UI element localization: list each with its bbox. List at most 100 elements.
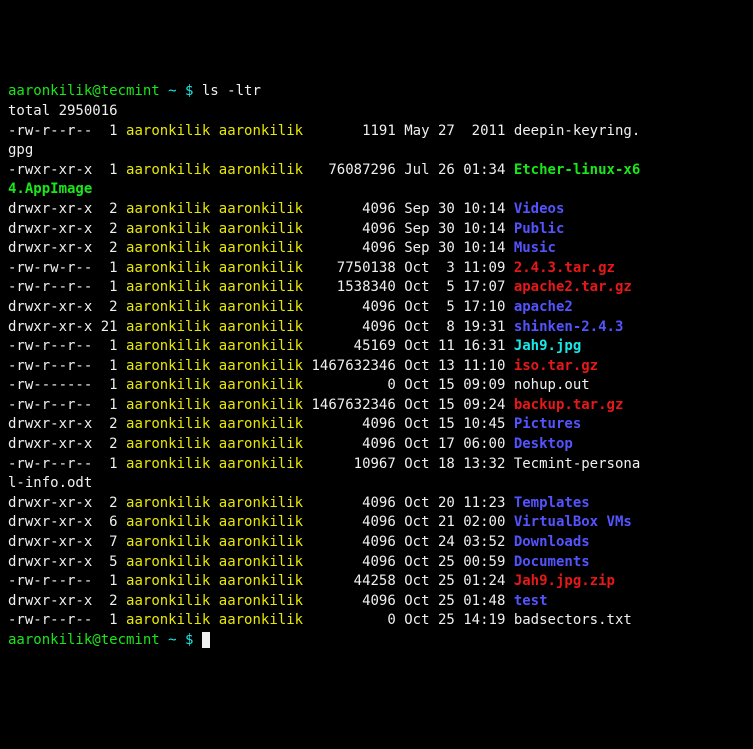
file-perm: -rw-r--r-- [8, 612, 92, 628]
file-name: 2.4.3.tar.gz [514, 260, 615, 276]
file-name: Downloads [514, 534, 590, 550]
file-size: 1467632346 [312, 397, 396, 413]
file-name-cont: gpg [8, 142, 33, 158]
total-line: total 2950016 [8, 103, 118, 119]
file-links: 1 [101, 162, 118, 178]
file-size: 0 [312, 377, 396, 393]
file-owner: aaronkilik [126, 162, 210, 178]
prompt-user: aaronkilik@tecmint [8, 632, 160, 648]
file-name: Templates [514, 495, 590, 511]
file-links: 2 [101, 240, 118, 256]
file-owner: aaronkilik [126, 240, 210, 256]
file-name: Public [514, 221, 565, 237]
file-group: aaronkilik [219, 612, 303, 628]
file-owner: aaronkilik [126, 260, 210, 276]
file-links: 2 [101, 495, 118, 511]
file-size: 44258 [312, 573, 396, 589]
file-size: 4096 [312, 436, 396, 452]
file-size: 1467632346 [312, 358, 396, 374]
file-perm: drwxr-xr-x [8, 495, 92, 511]
file-links: 2 [101, 201, 118, 217]
file-size: 4096 [312, 593, 396, 609]
file-links: 1 [101, 358, 118, 374]
file-owner: aaronkilik [126, 495, 210, 511]
file-group: aaronkilik [219, 221, 303, 237]
file-perm: drwxr-xr-x [8, 201, 92, 217]
file-date: Oct 15 09:09 [404, 377, 505, 393]
file-owner: aaronkilik [126, 593, 210, 609]
file-perm: -rwxr-xr-x [8, 162, 92, 178]
file-name: Music [514, 240, 556, 256]
file-perm: -rw-r--r-- [8, 573, 92, 589]
file-perm: -rw-r--r-- [8, 123, 92, 139]
file-perm: drwxr-xr-x [8, 299, 92, 315]
cursor[interactable] [202, 632, 210, 648]
file-owner: aaronkilik [126, 456, 210, 472]
file-date: Oct 11 16:31 [404, 338, 505, 354]
file-perm: -rw-rw-r-- [8, 260, 92, 276]
file-date: Oct 15 09:24 [404, 397, 505, 413]
file-size: 1538340 [312, 279, 396, 295]
file-owner: aaronkilik [126, 573, 210, 589]
file-links: 1 [101, 279, 118, 295]
file-date: Sep 30 10:14 [404, 221, 505, 237]
file-links: 21 [101, 319, 118, 335]
terminal-output[interactable]: aaronkilik@tecmint ~ $ ls -ltr total 295… [8, 82, 745, 650]
file-name: shinken-2.4.3 [514, 319, 624, 335]
file-name: Jah9.jpg.zip [514, 573, 615, 589]
file-size: 76087296 [312, 162, 396, 178]
file-owner: aaronkilik [126, 279, 210, 295]
file-group: aaronkilik [219, 573, 303, 589]
file-perm: drwxr-xr-x [8, 554, 92, 570]
file-perm: drwxr-xr-x [8, 514, 92, 530]
file-links: 2 [101, 299, 118, 315]
file-size: 1191 [312, 123, 396, 139]
file-date: Oct 25 01:24 [404, 573, 505, 589]
file-size: 4096 [312, 319, 396, 335]
file-links: 2 [101, 221, 118, 237]
file-name: Documents [514, 554, 590, 570]
file-size: 4096 [312, 554, 396, 570]
file-size: 45169 [312, 338, 396, 354]
file-group: aaronkilik [219, 514, 303, 530]
file-owner: aaronkilik [126, 358, 210, 374]
file-owner: aaronkilik [126, 123, 210, 139]
file-owner: aaronkilik [126, 397, 210, 413]
file-group: aaronkilik [219, 495, 303, 511]
file-name: test [514, 593, 548, 609]
file-perm: drwxr-xr-x [8, 240, 92, 256]
file-owner: aaronkilik [126, 319, 210, 335]
file-date: Oct 25 00:59 [404, 554, 505, 570]
file-date: Sep 30 10:14 [404, 240, 505, 256]
file-name: Desktop [514, 436, 573, 452]
file-date: Oct 5 17:07 [404, 279, 505, 295]
file-links: 2 [101, 436, 118, 452]
file-links: 1 [101, 612, 118, 628]
file-date: Oct 25 14:19 [404, 612, 505, 628]
file-group: aaronkilik [219, 338, 303, 354]
prompt-path: ~ $ [160, 83, 202, 99]
file-date: Oct 25 01:48 [404, 593, 505, 609]
file-group: aaronkilik [219, 534, 303, 550]
file-date: Oct 20 11:23 [404, 495, 505, 511]
file-size: 7750138 [312, 260, 396, 276]
file-links: 2 [101, 416, 118, 432]
file-links: 1 [101, 377, 118, 393]
file-size: 10967 [312, 456, 396, 472]
file-perm: -rw-r--r-- [8, 279, 92, 295]
file-date: Oct 3 11:09 [404, 260, 505, 276]
file-links: 5 [101, 554, 118, 570]
file-date: Oct 8 19:31 [404, 319, 505, 335]
file-group: aaronkilik [219, 260, 303, 276]
file-group: aaronkilik [219, 279, 303, 295]
file-size: 4096 [312, 514, 396, 530]
file-owner: aaronkilik [126, 221, 210, 237]
file-owner: aaronkilik [126, 299, 210, 315]
file-perm: -rw-r--r-- [8, 456, 92, 472]
file-perm: drwxr-xr-x [8, 221, 92, 237]
file-date: Oct 18 13:32 [404, 456, 505, 472]
file-size: 4096 [312, 221, 396, 237]
file-name: badsectors.txt [514, 612, 632, 628]
file-date: Oct 21 02:00 [404, 514, 505, 530]
file-date: Oct 13 11:10 [404, 358, 505, 374]
